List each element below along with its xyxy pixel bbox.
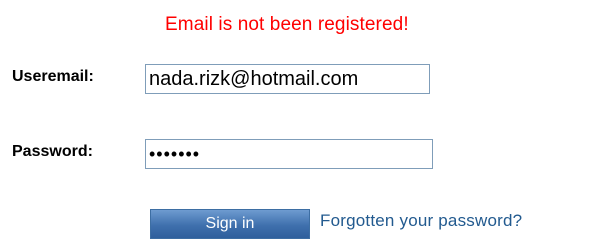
password-input[interactable] <box>145 139 433 169</box>
forgot-password-link[interactable]: Forgotten your password? <box>320 211 522 231</box>
sign-in-button[interactable]: Sign in <box>150 209 310 239</box>
useremail-input[interactable] <box>145 64 430 94</box>
password-label: Password: <box>12 143 93 160</box>
error-message: Email is not been registered! <box>165 14 409 35</box>
useremail-label: Useremail: <box>12 68 94 85</box>
